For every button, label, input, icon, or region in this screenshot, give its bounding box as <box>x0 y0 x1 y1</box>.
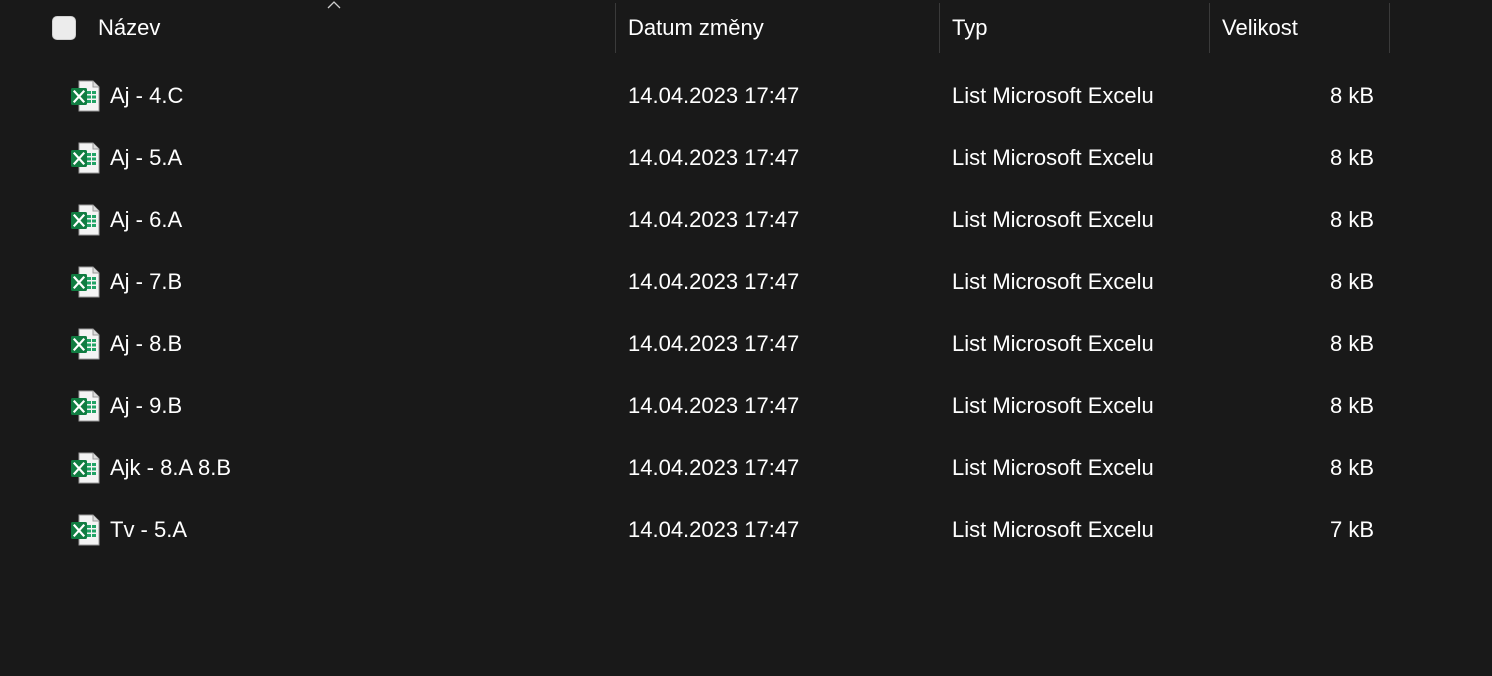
file-size: 8 kB <box>1329 145 1374 170</box>
file-type: List Microsoft Excelu <box>952 393 1154 418</box>
file-row[interactable]: Aj - 7.B 14.04.2023 17:47 List Microsoft E… <box>0 251 1390 313</box>
file-name[interactable]: Aj - 5.A <box>110 127 182 189</box>
file-size: 8 kB <box>1329 455 1374 480</box>
excel-file-icon <box>71 142 100 174</box>
file-name[interactable]: Ajk - 8.A 8.B <box>110 437 231 499</box>
file-date: 14.04.2023 17:47 <box>628 269 800 294</box>
column-header-date-label: Datum změny <box>628 15 764 40</box>
file-date: 14.04.2023 17:47 <box>628 393 800 418</box>
file-date: 14.04.2023 17:47 <box>628 455 800 480</box>
file-type: List Microsoft Excelu <box>952 331 1154 356</box>
file-size: 8 kB <box>1329 207 1374 232</box>
excel-file-icon <box>71 514 100 546</box>
file-date: 14.04.2023 17:47 <box>628 517 800 542</box>
file-name[interactable]: Tv - 5.A <box>110 499 187 561</box>
excel-file-icon <box>71 390 100 422</box>
file-row[interactable]: Tv - 5.A 14.04.2023 17:47 List Microsoft E… <box>0 499 1390 561</box>
file-row[interactable]: Aj - 9.B 14.04.2023 17:47 List Microsoft E… <box>0 375 1390 437</box>
file-name[interactable]: Aj - 7.B <box>110 251 182 313</box>
file-type: List Microsoft Excelu <box>952 455 1154 480</box>
file-row[interactable]: Aj - 6.A 14.04.2023 17:47 List Microsoft E… <box>0 189 1390 251</box>
column-header-name-label: Název <box>98 15 161 40</box>
file-name[interactable]: Aj - 4.C <box>110 65 183 127</box>
file-size: 7 kB <box>1329 517 1374 542</box>
file-type: List Microsoft Excelu <box>952 517 1154 542</box>
file-name[interactable]: Aj - 8.B <box>110 313 182 375</box>
file-list-view: Název Datum změny Typ Velikost Aj - 4.C 1… <box>0 0 1492 676</box>
column-header-type-label: Typ <box>952 15 988 40</box>
excel-file-icon <box>71 328 100 360</box>
file-row[interactable]: Aj - 4.C 14.04.2023 17:47 List Microsoft E… <box>0 65 1390 127</box>
column-header-size[interactable]: Velikost <box>1210 3 1390 53</box>
file-date: 14.04.2023 17:47 <box>628 145 800 170</box>
excel-file-icon <box>71 204 100 236</box>
column-header-name[interactable]: Název <box>0 3 616 53</box>
file-type: List Microsoft Excelu <box>952 207 1154 232</box>
file-size: 8 kB <box>1329 83 1374 108</box>
excel-file-icon <box>71 80 100 112</box>
column-header-size-label: Velikost <box>1222 15 1298 40</box>
column-header-type[interactable]: Typ <box>940 3 1210 53</box>
file-size: 8 kB <box>1329 393 1374 418</box>
file-row[interactable]: Aj - 5.A 14.04.2023 17:47 List Microsoft E… <box>0 127 1390 189</box>
column-header-date[interactable]: Datum změny <box>616 3 940 53</box>
file-row[interactable]: Ajk - 8.A 8.B 14.04.2023 17:47 List Micros… <box>0 437 1390 499</box>
file-name[interactable]: Aj - 9.B <box>110 375 182 437</box>
file-type: List Microsoft Excelu <box>952 269 1154 294</box>
file-date: 14.04.2023 17:47 <box>628 331 800 356</box>
file-size: 8 kB <box>1329 269 1374 294</box>
excel-file-icon <box>71 266 100 298</box>
file-name[interactable]: Aj - 6.A <box>110 189 182 251</box>
file-size: 8 kB <box>1329 331 1374 356</box>
excel-file-icon <box>71 452 100 484</box>
file-type: List Microsoft Excelu <box>952 145 1154 170</box>
file-date: 14.04.2023 17:47 <box>628 207 800 232</box>
file-row[interactable]: Aj - 8.B 14.04.2023 17:47 List Microsoft E… <box>0 313 1390 375</box>
column-header-row: Název Datum změny Typ Velikost <box>0 0 1390 60</box>
file-date: 14.04.2023 17:47 <box>628 83 800 108</box>
file-type: List Microsoft Excelu <box>952 83 1154 108</box>
